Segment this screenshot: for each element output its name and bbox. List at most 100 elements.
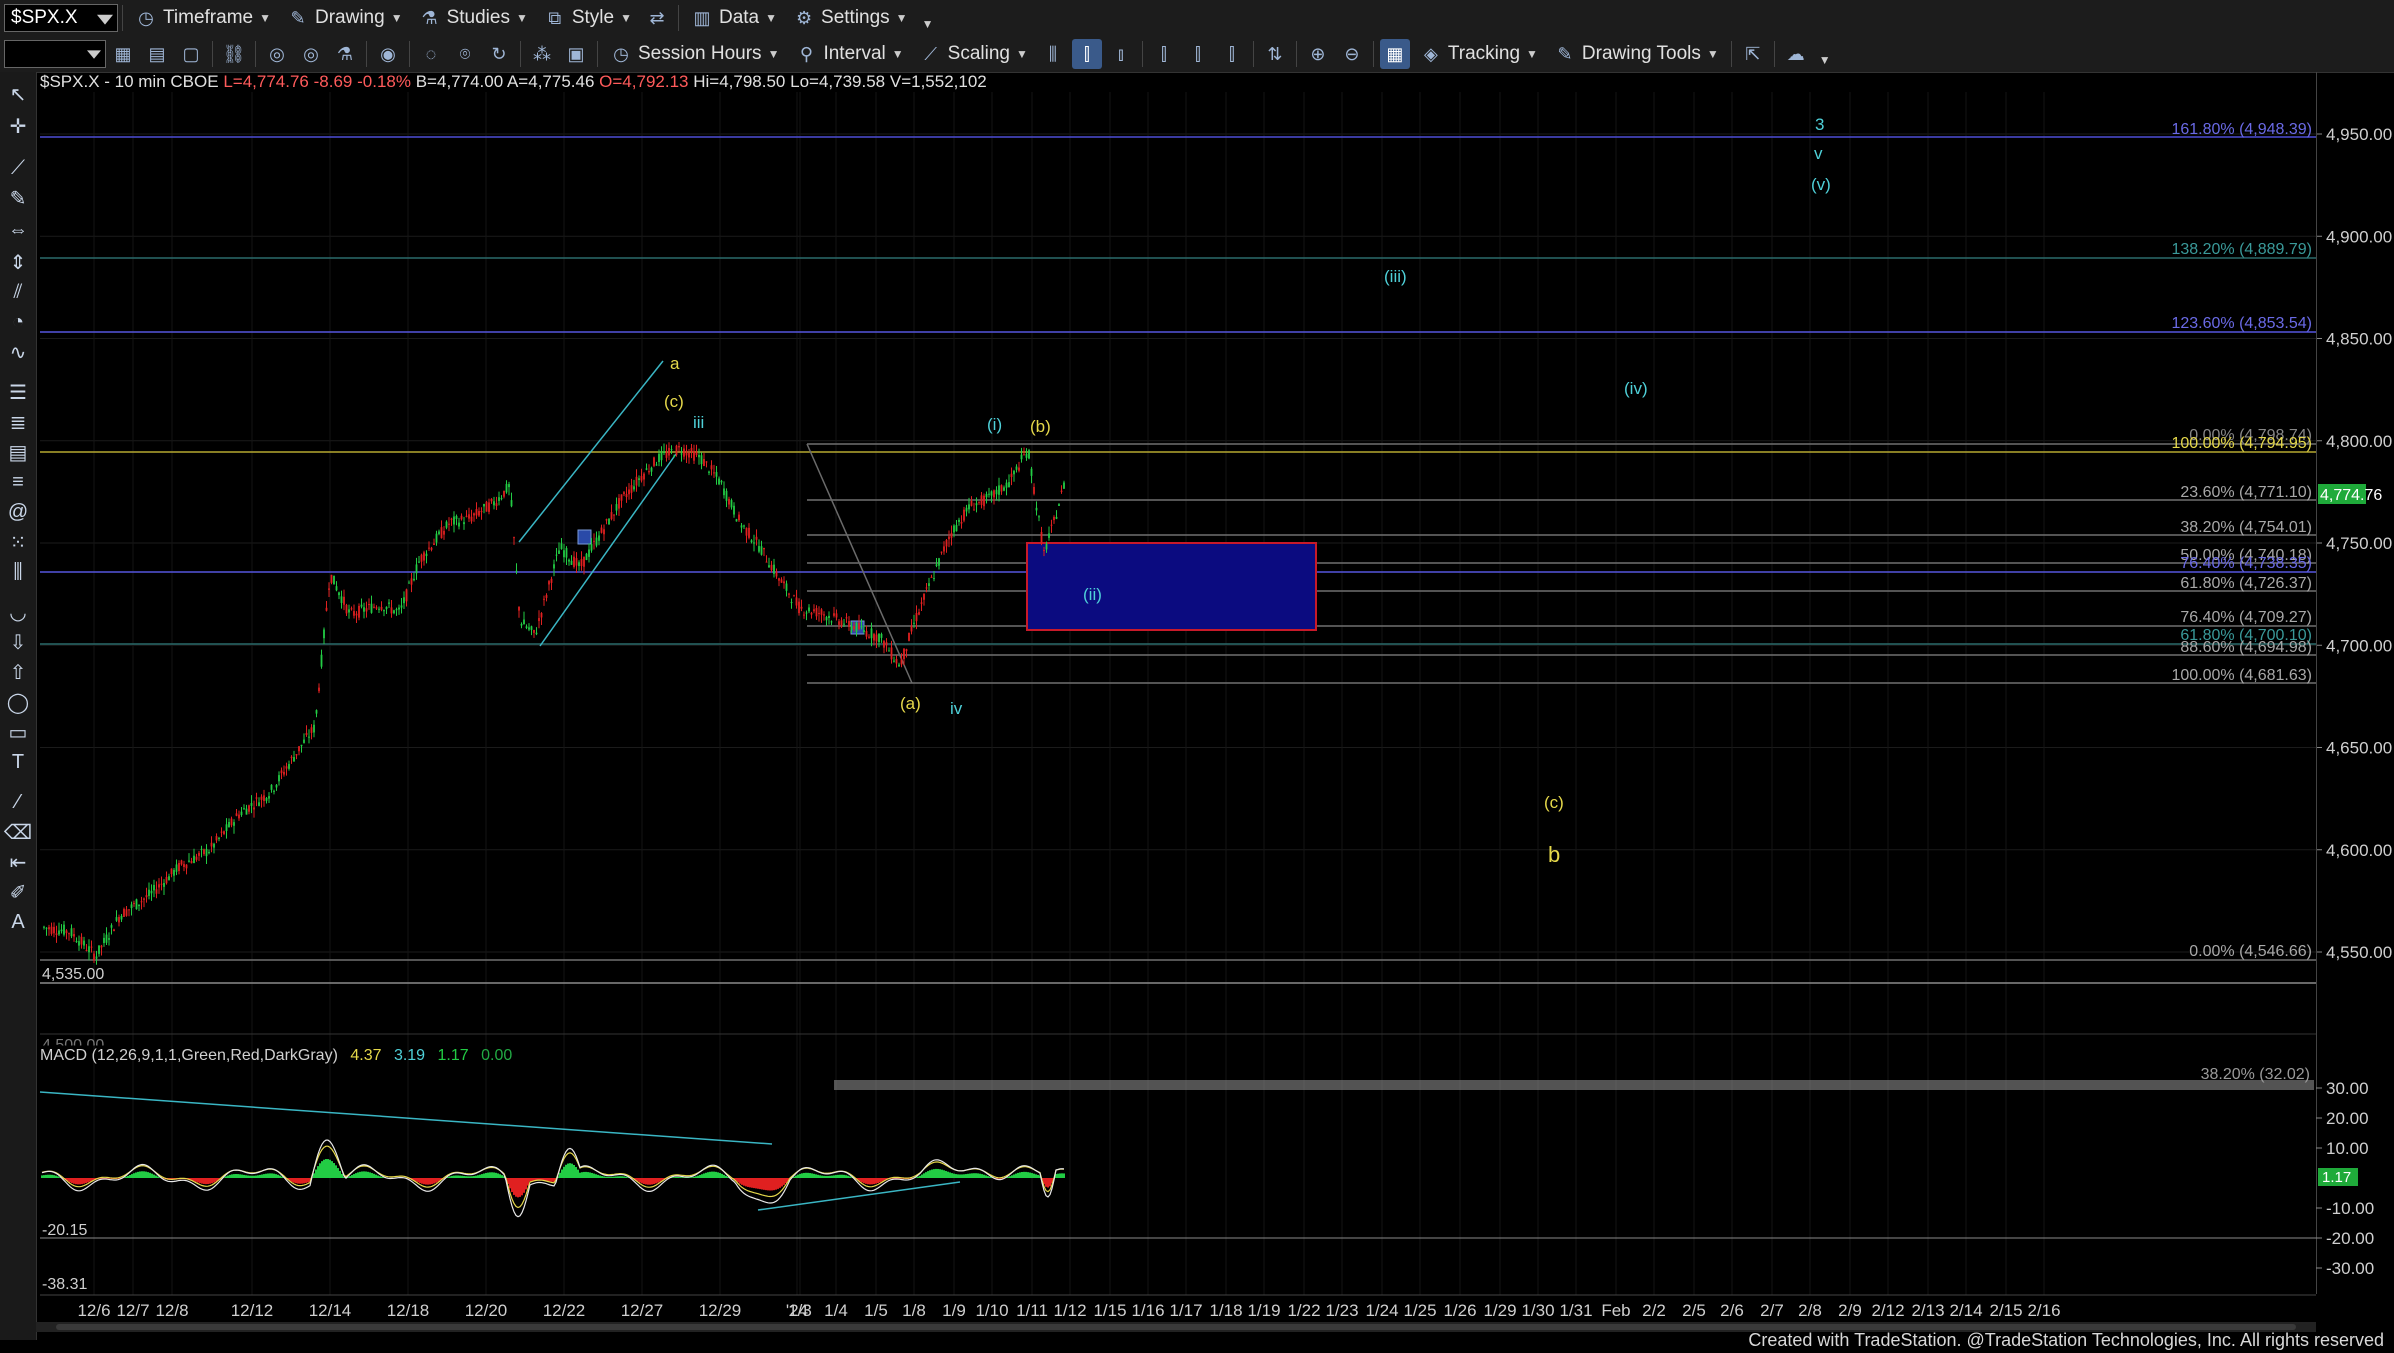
flask-icon-2[interactable]: ⚗ — [330, 39, 360, 69]
caret-icon: ▼ — [390, 11, 403, 25]
candle-body — [575, 558, 578, 566]
candle-body — [368, 603, 370, 606]
pen-icon[interactable]: ✎ — [4, 184, 32, 212]
scaling-menu[interactable]: ⟋ Scaling ▼ — [912, 39, 1036, 69]
candle-body — [1035, 507, 1038, 511]
candle-body — [260, 796, 263, 800]
spiral-icon[interactable]: @ — [4, 498, 32, 526]
grid-icon[interactable]: ▤ — [142, 39, 172, 69]
candle-body — [45, 927, 48, 929]
fib-extension-icon[interactable]: ▤ — [4, 438, 32, 466]
studies-menu[interactable]: ⚗ Studies ▼ — [411, 3, 536, 33]
timeframe-menu[interactable]: ◷ Timeframe ▼ — [127, 3, 279, 33]
pencil-icon[interactable]: ⁄ — [4, 788, 32, 816]
text-icon[interactable]: T — [4, 748, 32, 776]
circle-icon-2[interactable]: ◎ — [296, 39, 326, 69]
interval-menu[interactable]: ⚲ Interval ▼ — [787, 39, 911, 69]
workspace-select[interactable] — [4, 40, 106, 68]
grid-toggle-icon[interactable]: ▦ — [1379, 39, 1410, 69]
interval-label: Interval — [823, 43, 886, 64]
candle-icon[interactable]: ⫼ — [1038, 39, 1068, 69]
bar-chart-icon[interactable]: ▦ — [108, 39, 138, 69]
chevron-down-icon[interactable] — [97, 14, 113, 25]
rectangle-icon[interactable]: ▭ — [4, 718, 32, 746]
fib-arc-icon[interactable]: ◔ — [4, 308, 32, 336]
ohlc-icon[interactable]: ⫾ — [1106, 39, 1136, 69]
caret-icon: ▼ — [765, 11, 778, 25]
sync-icon[interactable]: ⇄ — [642, 3, 672, 33]
candle-body — [350, 608, 353, 610]
separator — [366, 41, 367, 67]
network-icon[interactable]: ⁂ — [527, 39, 557, 69]
candle-body — [953, 525, 955, 533]
symbol-input[interactable]: $SPX.X — [4, 4, 118, 32]
link-icon[interactable]: ⛓ — [219, 39, 249, 69]
bars-icon[interactable]: ☰ — [4, 378, 32, 406]
crosshair-icon[interactable]: ✛ — [4, 112, 32, 140]
zoom-in-icon[interactable]: ⊕ — [1303, 39, 1333, 69]
vertical-line-icon[interactable]: ⫼ — [4, 558, 32, 586]
bars-right-icon[interactable]: ⫿ — [1217, 39, 1247, 69]
horizontal-arrows-icon[interactable]: ⇔ — [4, 216, 32, 244]
panes-icon[interactable]: ⇅ — [1260, 39, 1290, 69]
session-hours-menu[interactable]: ◷ Session Hours ▼ — [602, 39, 787, 69]
camera-icon[interactable]: ⌾ — [450, 39, 480, 69]
settings-menu[interactable]: ⚙ Settings ▼ — [785, 3, 916, 33]
candle-body — [830, 621, 833, 623]
style-menu[interactable]: ⧉ Style ▼ — [536, 3, 640, 33]
separator — [255, 41, 256, 67]
zoom-out-icon[interactable]: ⊖ — [1337, 39, 1367, 69]
chevron-down-icon[interactable] — [87, 50, 101, 59]
price-chart[interactable]: 4,950.00 4,900.00 4,850.00 4,800.00 4,750.00… — [0, 0, 2394, 1353]
candle-body — [890, 647, 893, 660]
candle-body — [1033, 486, 1035, 494]
dots-icon[interactable]: ⁙ — [4, 528, 32, 556]
date-tick-label: Feb — [1601, 1301, 1630, 1320]
data-menu[interactable]: ▥ Data ▼ — [683, 3, 785, 33]
candle-body — [530, 626, 533, 630]
candle-body — [485, 501, 488, 512]
overflow-caret-icon[interactable]: ▼ — [922, 17, 934, 31]
bars-center-icon[interactable]: ⫿ — [1183, 39, 1213, 69]
candle-body — [360, 604, 363, 607]
eraser-icon[interactable]: ⌫ — [4, 818, 32, 846]
target-icon[interactable]: ◉ — [373, 39, 403, 69]
arrow-up-icon[interactable]: ⇧ — [4, 658, 32, 686]
text-color-icon[interactable]: A — [4, 908, 32, 936]
circle-icon[interactable]: ◎ — [262, 39, 292, 69]
paint-icon[interactable]: ✐ — [4, 878, 32, 906]
candle-body — [753, 542, 755, 544]
drawing-tools-menu[interactable]: ✎ Drawing Tools ▼ — [1546, 39, 1727, 69]
drawing-menu[interactable]: ✎ Drawing ▼ — [279, 3, 411, 33]
vertical-arrows-icon[interactable]: ⇕ — [4, 248, 32, 276]
arc-icon[interactable]: ◡ — [4, 598, 32, 626]
fib-label-50: 50.00% (4,740.18) — [2180, 547, 2312, 564]
pointer-icon[interactable]: ↖ — [4, 80, 32, 108]
window-icon[interactable]: ▢ — [176, 39, 206, 69]
candle-body — [398, 607, 400, 610]
curve-icon[interactable]: ∿ — [4, 338, 32, 366]
trendline-icon[interactable]: ⟋ — [4, 154, 32, 182]
globe-icon[interactable]: ◌ — [416, 39, 446, 69]
chat-icon[interactable]: ☁ — [1781, 39, 1811, 69]
candle-body — [898, 664, 900, 667]
overflow-caret-icon[interactable]: ▼ — [1819, 53, 1831, 67]
candle-body — [208, 852, 210, 854]
channel-icon[interactable]: ⫽ — [4, 278, 32, 306]
fib-retracement-icon[interactable]: ≣ — [4, 408, 32, 436]
ellipse-icon[interactable]: ◯ — [4, 688, 32, 716]
chart-window-icon[interactable]: ▣ — [561, 39, 591, 69]
refresh-icon[interactable]: ↻ — [484, 39, 514, 69]
candle-body — [88, 946, 90, 953]
tracking-menu[interactable]: ◈ Tracking ▼ — [1412, 39, 1546, 69]
candle-body — [968, 504, 970, 510]
candlestick-icon[interactable]: ⫿ — [1071, 39, 1102, 69]
candle-body — [990, 491, 993, 496]
export-icon[interactable]: ⇱ — [1738, 39, 1768, 69]
candle-body — [215, 836, 218, 841]
bars-left-icon[interactable]: ⫿ — [1149, 39, 1179, 69]
date-tick-label: '24 — [786, 1301, 808, 1320]
arrow-left-icon[interactable]: ⇤ — [4, 848, 32, 876]
lines-icon[interactable]: ≡ — [4, 468, 32, 496]
arrow-down-icon[interactable]: ⇩ — [4, 628, 32, 656]
